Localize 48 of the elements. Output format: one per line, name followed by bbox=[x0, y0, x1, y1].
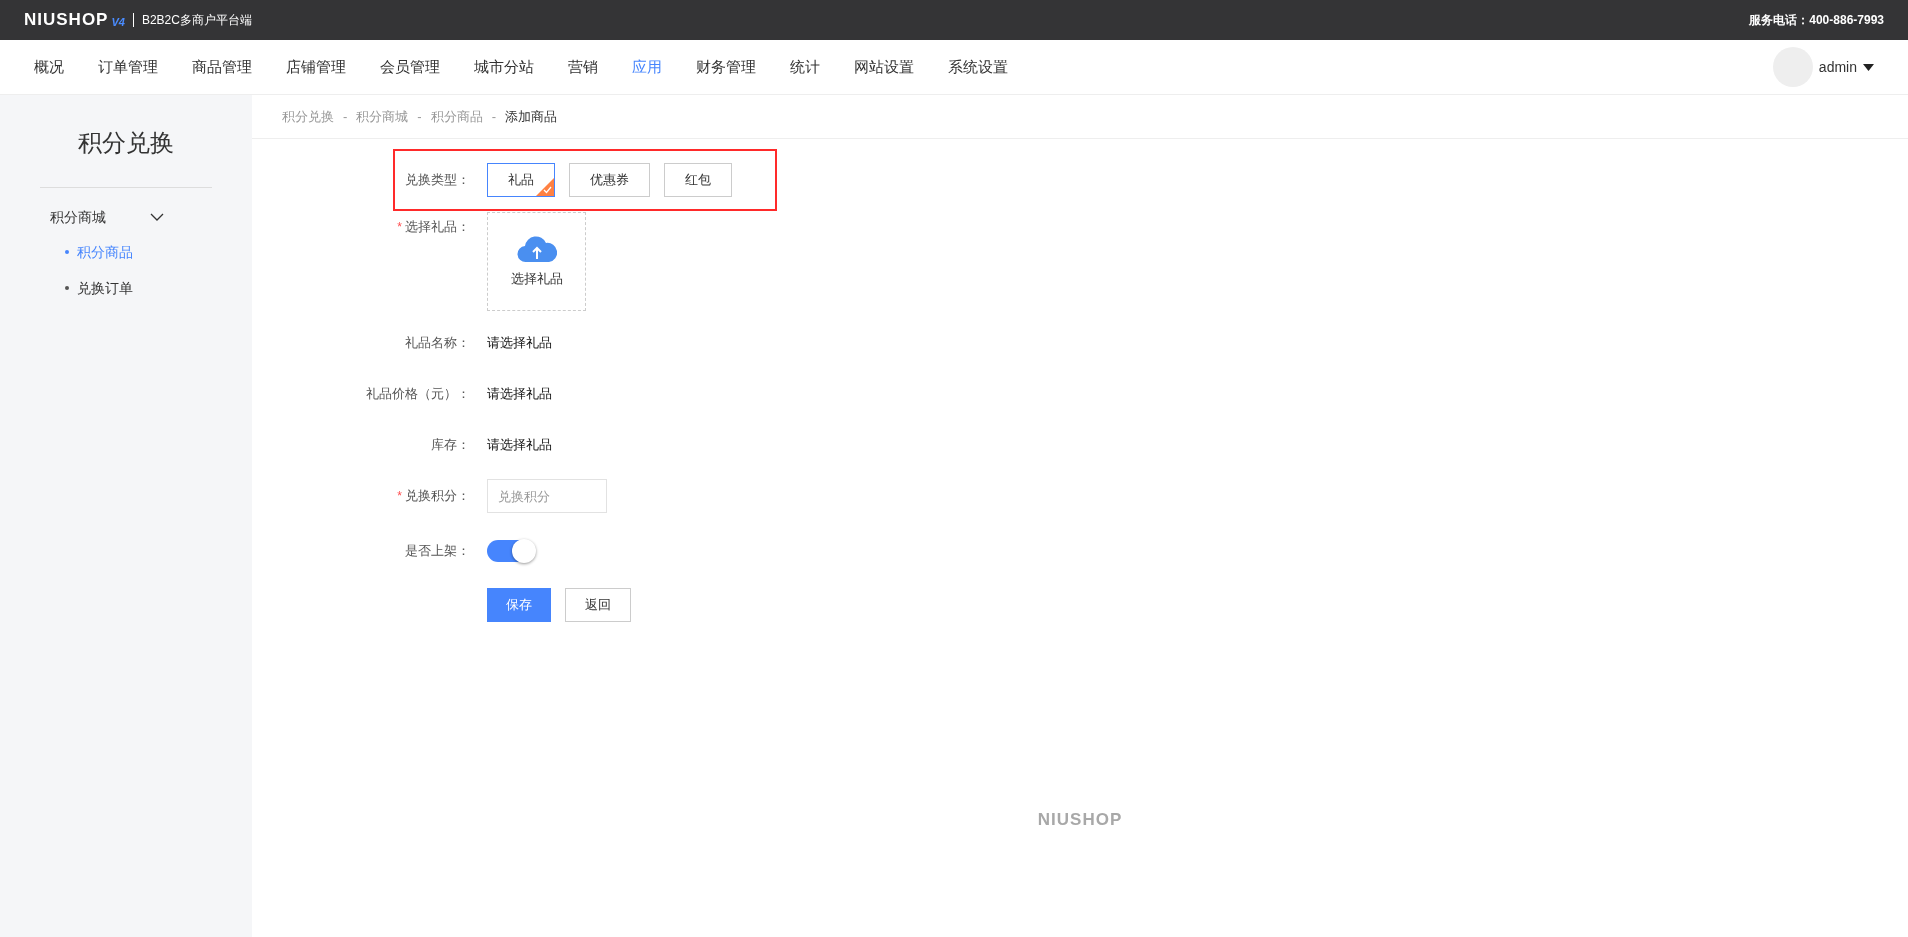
nav-tab[interactable]: 订单管理 bbox=[98, 55, 158, 79]
nav-tab[interactable]: 概况 bbox=[34, 55, 64, 79]
sidebar-title: 积分兑换 bbox=[40, 95, 212, 188]
required-mark: * bbox=[397, 218, 402, 236]
check-corner-icon bbox=[536, 178, 554, 196]
nav-tab[interactable]: 应用 bbox=[632, 55, 662, 79]
type-option[interactable]: 礼品 bbox=[487, 163, 555, 197]
field-label: 礼品价格（元）： bbox=[366, 385, 470, 404]
field-label: 库存： bbox=[431, 436, 470, 455]
nav-tab[interactable]: 财务管理 bbox=[696, 55, 756, 79]
nav-tab[interactable]: 系统设置 bbox=[948, 55, 1008, 79]
chevron-icon[interactable] bbox=[150, 213, 164, 221]
field-value: 请选择礼品 bbox=[487, 436, 552, 455]
field-label: 兑换类型： bbox=[405, 171, 470, 190]
nav-tab[interactable]: 商品管理 bbox=[192, 55, 252, 79]
sidebar-item[interactable]: 兑换订单 bbox=[77, 277, 133, 299]
toggle-switch[interactable] bbox=[487, 540, 535, 562]
sidebar-group-label[interactable]: 积分商城 bbox=[50, 206, 106, 228]
field-label: 兑换积分： bbox=[405, 487, 470, 506]
service-hotline: 服务电话：400-886-7993 bbox=[1749, 12, 1884, 29]
nav-tab[interactable]: 网站设置 bbox=[854, 55, 914, 79]
required-mark: * bbox=[397, 488, 402, 505]
gift-picker[interactable]: 选择礼品 bbox=[487, 212, 586, 311]
nav-tab[interactable]: 城市分站 bbox=[474, 55, 534, 79]
field-value: 请选择礼品 bbox=[487, 385, 552, 404]
nav-tab[interactable]: 统计 bbox=[790, 55, 820, 79]
nav-tab[interactable]: 店铺管理 bbox=[286, 55, 346, 79]
nav-tab[interactable]: 会员管理 bbox=[380, 55, 440, 79]
breadcrumb-item: 添加商品 bbox=[505, 107, 558, 126]
type-option[interactable]: 优惠券 bbox=[569, 163, 650, 197]
user-name[interactable]: admin bbox=[1818, 56, 1857, 78]
field-value: 请选择礼品 bbox=[487, 334, 552, 353]
field-label: 是否上架： bbox=[405, 542, 470, 561]
back-button[interactable]: 返回 bbox=[565, 588, 631, 622]
field-label: 选择礼品： bbox=[405, 218, 470, 236]
breadcrumb-separator: - bbox=[491, 107, 497, 126]
type-option[interactable]: 红包 bbox=[664, 163, 732, 197]
logo-version: V4 bbox=[111, 14, 125, 30]
breadcrumb-separator: - bbox=[343, 107, 348, 126]
platform-name: B2B2C多商户平台端 bbox=[141, 12, 252, 29]
logo: NIUSHOP bbox=[24, 9, 109, 32]
nav-tab[interactable]: 营销 bbox=[568, 55, 598, 79]
caret-icon[interactable] bbox=[1863, 63, 1874, 71]
footer-logo: NIUSHOP bbox=[1037, 808, 1123, 831]
points-input[interactable]: 兑换积分 bbox=[487, 479, 607, 513]
field-label: 礼品名称： bbox=[405, 334, 470, 353]
cloud-upload-icon bbox=[516, 234, 557, 263]
breadcrumb-separator: - bbox=[417, 107, 422, 126]
